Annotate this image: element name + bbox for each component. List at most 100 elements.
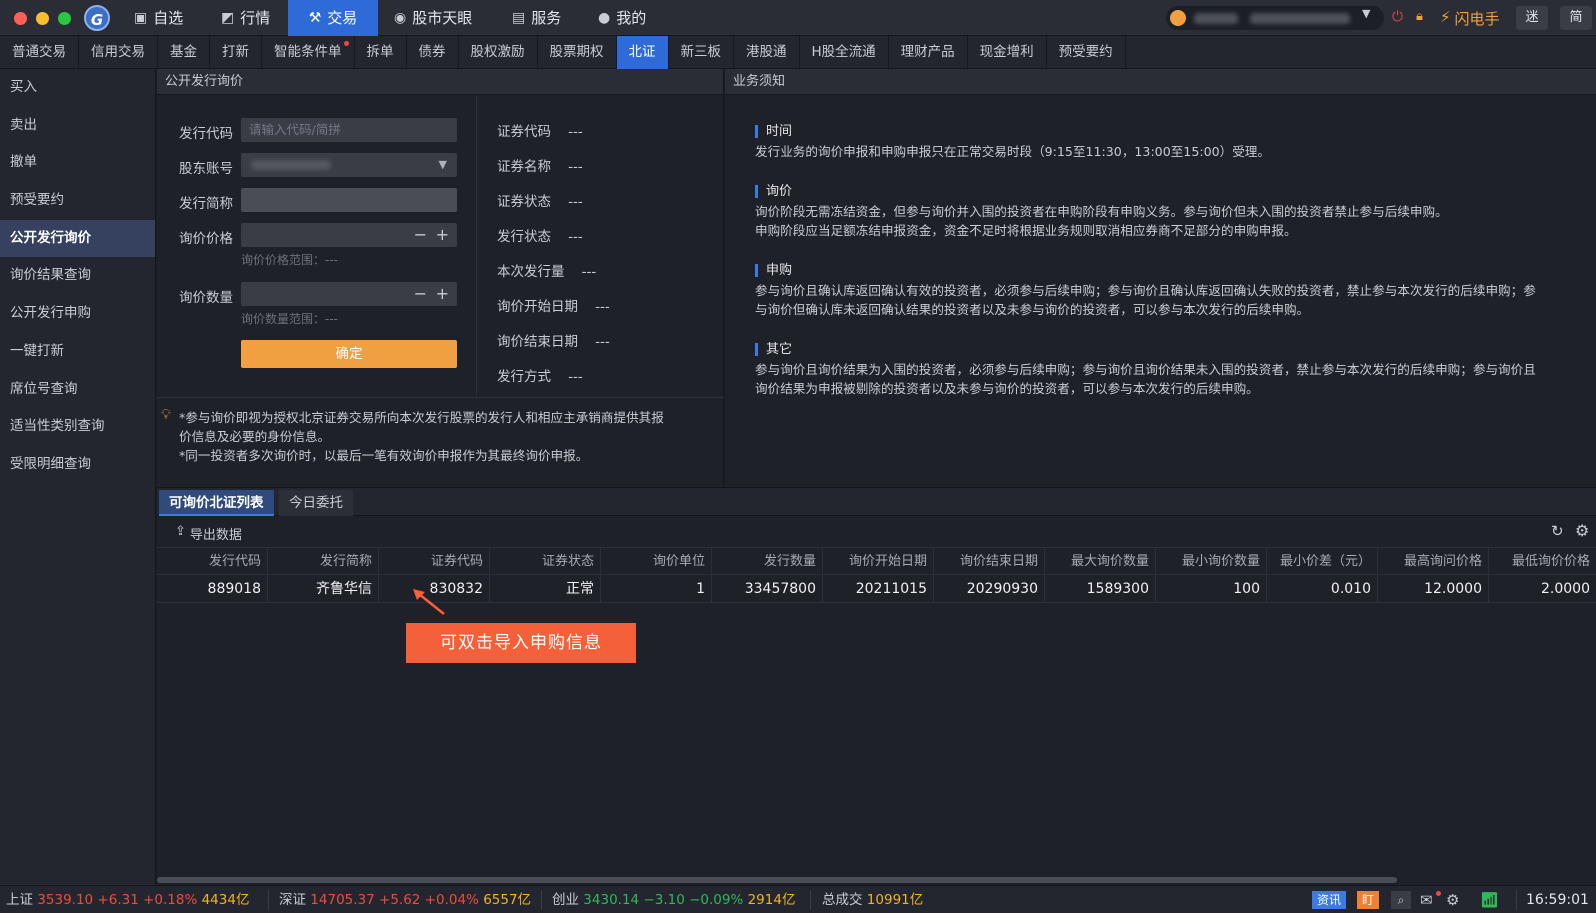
total-turnover: 总成交 10991亿 xyxy=(822,892,924,908)
tab-normal-trade[interactable]: 普通交易 xyxy=(0,36,79,69)
inquiry-price-input[interactable]: − + xyxy=(241,223,457,247)
column-header[interactable]: 最高询问价格 xyxy=(1378,548,1489,576)
confirm-button[interactable]: 确定 xyxy=(241,340,457,368)
sidebar-item-restricted[interactable]: 受限明细查询 xyxy=(0,446,155,484)
callout-tooltip: 可双击导入申购信息 xyxy=(406,623,636,663)
table-cell: 2.0000 xyxy=(1541,581,1590,597)
tab-wealth-products[interactable]: 理财产品 xyxy=(889,36,968,69)
sidebar-item-cancel[interactable]: 撤单 xyxy=(0,144,155,182)
decrease-price-button[interactable]: − xyxy=(414,223,427,247)
increase-quantity-button[interactable]: + xyxy=(436,282,449,306)
column-header[interactable]: 询价单位 xyxy=(601,548,712,576)
tab-split-order[interactable]: 拆单 xyxy=(355,36,407,69)
info-inquiry-end: 询价结束日期 --- xyxy=(497,334,610,350)
tab-stock-options[interactable]: 股票期权 xyxy=(538,36,617,69)
bottom-tabs: 可询价北证列表 今日委托 xyxy=(157,488,1596,516)
sidebar-item-seat-query[interactable]: 席位号查询 xyxy=(0,371,155,409)
nav-tab-sky-eye[interactable]: ◉ 股市天眼 xyxy=(380,0,486,36)
inquiry-quantity-input[interactable]: − + xyxy=(241,282,457,306)
tab-neeq[interactable]: 新三板 xyxy=(669,36,734,69)
search-icon[interactable]: ⌕ xyxy=(1391,891,1411,909)
column-header[interactable]: 证券代码 xyxy=(379,548,490,576)
watch-button[interactable]: 盯 xyxy=(1357,891,1380,909)
tab-bse-inquiry-list[interactable]: 可询价北证列表 xyxy=(159,490,274,516)
chevron-down-icon: ▼ xyxy=(1362,7,1371,20)
tab-fund[interactable]: 基金 xyxy=(158,36,210,69)
lock-icon[interactable]: 🔒︎ xyxy=(1416,9,1423,24)
mail-icon[interactable]: ✉ xyxy=(1420,886,1433,913)
flash-order-button[interactable]: ⚡︎ 闪电手 xyxy=(1440,8,1500,29)
refresh-icon[interactable]: ↻ xyxy=(1551,522,1564,540)
horizontal-scrollbar[interactable] xyxy=(157,877,1397,883)
tab-hk-connect[interactable]: 港股通 xyxy=(734,36,800,69)
tab-ipo[interactable]: 打新 xyxy=(210,36,262,69)
mini-mode-button[interactable]: 迷 xyxy=(1516,6,1548,30)
notice-title: 业务须知 xyxy=(725,69,1596,95)
nav-tab-mine[interactable]: ● 我的 xyxy=(584,0,660,36)
index-chinext[interactable]: 创业 3430.14 −3.10 −0.09% 2914亿 xyxy=(552,886,795,913)
close-window-icon[interactable] xyxy=(14,12,27,25)
notice-heading-inquiry: 询价 xyxy=(755,185,1595,198)
gear-icon[interactable]: ⚙ xyxy=(1446,886,1459,913)
index-shenzhen[interactable]: 深证 14705.37 +5.62 +0.04% 6557亿 xyxy=(279,886,531,913)
column-header[interactable]: 最小价差（元） xyxy=(1267,548,1378,576)
sidebar-item-tender[interactable]: 预受要约 xyxy=(0,182,155,220)
column-header[interactable]: 最低询价价格 xyxy=(1489,548,1596,576)
divider xyxy=(476,95,477,397)
avatar xyxy=(1170,10,1186,26)
shareholder-account-select[interactable]: ▼ xyxy=(241,153,457,177)
nav-tab-watchlist[interactable]: ▣ 自选 xyxy=(120,0,197,36)
column-header[interactable]: 询价结束日期 xyxy=(934,548,1045,576)
sidebar-item-one-click-ipo[interactable]: 一键打新 xyxy=(0,333,155,371)
tab-h-share[interactable]: H股全流通 xyxy=(800,36,889,69)
column-header[interactable]: 最小询价数量 xyxy=(1156,548,1267,576)
lightning-icon: ⚡︎ xyxy=(1440,8,1451,26)
issue-code-input[interactable]: 请输入代码/简拼 xyxy=(241,118,457,142)
column-header[interactable]: 询价开始日期 xyxy=(823,548,934,576)
tab-bond[interactable]: 债券 xyxy=(407,36,459,69)
table-row[interactable]: 889018 齐鲁华信 830832 正常 1 33457800 2021101… xyxy=(157,575,1596,603)
news-button[interactable]: 资讯 xyxy=(1312,891,1347,909)
sidebar-item-suitability[interactable]: 适当性类别查询 xyxy=(0,408,155,446)
sidebar-item-sell[interactable]: 卖出 xyxy=(0,107,155,145)
tab-tender-offer[interactable]: 预受要约 xyxy=(1047,36,1126,69)
app-logo-icon: G xyxy=(84,5,110,31)
divider xyxy=(810,890,811,910)
table-cell: 12.0000 xyxy=(1378,575,1489,603)
nav-tab-market[interactable]: ◩ 行情 xyxy=(207,0,284,36)
power-icon[interactable]: ⏻ xyxy=(1392,9,1403,25)
decrease-quantity-button[interactable]: − xyxy=(414,282,427,306)
export-data-button[interactable]: ⇪ 导出数据 xyxy=(175,524,242,543)
sidebar-item-buy[interactable]: 买入 xyxy=(0,69,155,107)
info-issue-status: 发行状态 --- xyxy=(497,229,583,245)
tab-today-orders[interactable]: 今日委托 xyxy=(279,490,353,516)
tab-margin-trade[interactable]: 信用交易 xyxy=(79,36,158,69)
minimize-window-icon[interactable] xyxy=(36,12,49,25)
sidebar: 买入 卖出 撤单 预受要约 公开发行询价 询价结果查询 公开发行申购 一键打新 … xyxy=(0,69,156,885)
tab-smart-order[interactable]: 智能条件单 xyxy=(262,36,355,69)
sidebar-item-public-subscribe[interactable]: 公开发行申购 xyxy=(0,295,155,333)
index-shanghai[interactable]: 上证 3539.10 +6.31 +0.18% 4434亿 xyxy=(6,886,249,913)
gear-icon[interactable]: ⚙ xyxy=(1575,521,1589,540)
tab-cash-plus[interactable]: 现金增利 xyxy=(968,36,1047,69)
column-header[interactable]: 最大询价数量 xyxy=(1045,548,1156,576)
tab-equity-incentive[interactable]: 股权激励 xyxy=(459,36,538,69)
issue-short-name-field xyxy=(241,188,457,212)
tab-bse[interactable]: 北证 xyxy=(616,36,669,69)
sidebar-item-public-inquiry[interactable]: 公开发行询价 xyxy=(0,219,155,258)
account-selector[interactable]: ▼ xyxy=(1166,6,1384,30)
nav-tab-trade[interactable]: ⚒ 交易 xyxy=(288,0,378,36)
column-header[interactable]: 证券状态 xyxy=(490,548,601,576)
sidebar-item-inquiry-result[interactable]: 询价结果查询 xyxy=(0,257,155,295)
column-header[interactable]: 发行代码 xyxy=(157,548,268,576)
nav-tab-service[interactable]: ▤ 服务 xyxy=(498,0,575,36)
maximize-window-icon[interactable] xyxy=(58,12,71,25)
simplified-mode-button[interactable]: 简 xyxy=(1560,6,1592,30)
account-value-redacted xyxy=(251,160,331,170)
wifi-icon: 📶︎ xyxy=(1480,891,1500,909)
column-header[interactable]: 发行简称 xyxy=(268,548,379,576)
table-cell: 20211015 xyxy=(823,575,934,603)
column-header[interactable]: 发行数量 xyxy=(712,548,823,576)
increase-price-button[interactable]: + xyxy=(436,223,449,247)
account-name-redacted xyxy=(1194,13,1238,24)
